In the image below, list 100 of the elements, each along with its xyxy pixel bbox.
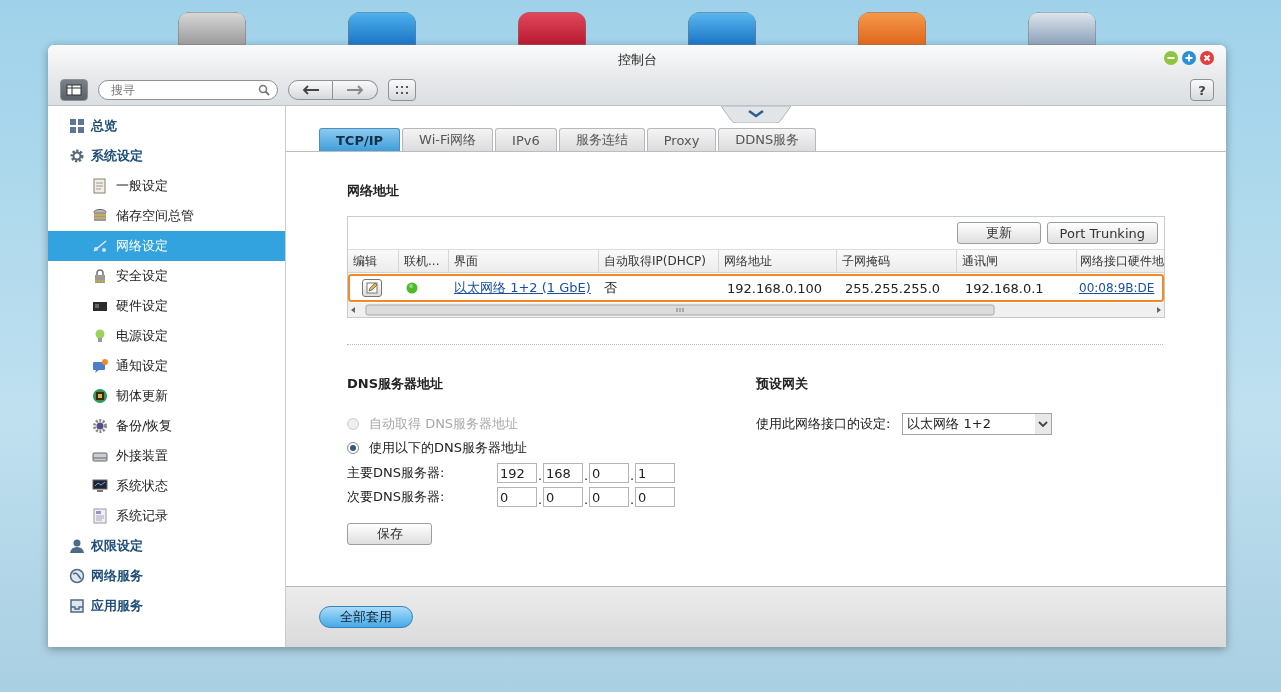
table-row[interactable]: 以太网络 1+2 (1 GbE) 否 192.168.0.100 255.255.255.0 192.168.0.1 00:08:9B:DE <box>348 274 1164 302</box>
panel-layout-icon <box>66 84 82 96</box>
app-tile-icon <box>518 12 586 45</box>
radio-label: 自动取得 DNS服务器地址 <box>369 415 519 433</box>
sidebar-item[interactable]: 通知设定 <box>48 351 285 381</box>
field-label: 次要DNS服务器: <box>347 488 446 506</box>
sidebar-label: 安全设定 <box>116 267 168 285</box>
octet-separator: . <box>537 492 543 507</box>
interface-link[interactable]: 以太网络 1+2 (1 GbE) <box>454 279 591 297</box>
interface-dropdown[interactable]: 以太网络 1+2 <box>902 413 1053 435</box>
section-title: 预设网关 <box>756 375 809 393</box>
column-header: 网络接口硬件地 <box>1080 252 1164 270</box>
sidebar-label: 通知设定 <box>116 357 168 375</box>
field-label: 主要DNS服务器: <box>347 464 446 482</box>
sidebar-item[interactable]: 韧体更新 <box>48 381 285 411</box>
octet-separator: . <box>583 492 589 507</box>
sidebar-item[interactable]: 系统记录 <box>48 501 285 531</box>
sidebar-group[interactable]: 权限设定 <box>48 531 285 561</box>
sidebar-label: 系统记录 <box>116 507 168 525</box>
disk-stack-icon <box>92 208 108 224</box>
app-tile-icon <box>178 12 246 45</box>
ip-octet-field[interactable]: 0 <box>497 487 537 507</box>
apply-all-button[interactable]: 全部套用 <box>319 606 413 628</box>
ip-octet-field[interactable]: 1 <box>635 463 675 483</box>
horizontal-scrollbar[interactable] <box>348 303 1164 317</box>
sidebar-group[interactable]: 系统设定 <box>48 141 285 171</box>
table-cell: 否 <box>604 279 617 297</box>
column-header: 网络地址 <box>724 252 772 270</box>
sidebar-label: 一般设定 <box>116 177 168 195</box>
sidebar-item[interactable]: 外接装置 <box>48 441 285 471</box>
chip-icon <box>92 388 108 404</box>
left-arrow-icon <box>301 85 320 95</box>
ip-octet-field[interactable]: 0 <box>589 463 629 483</box>
port-trunking-button[interactable]: Port Trunking <box>1046 222 1158 244</box>
sidebar-label: 权限设定 <box>91 537 143 555</box>
sidebar-item[interactable]: 系统状态 <box>48 471 285 501</box>
sidebar-toggle-button[interactable] <box>60 79 88 101</box>
tray-icon <box>69 598 85 614</box>
network-icon <box>92 238 108 254</box>
radio-label: 使用以下的DNS服务器地址 <box>369 439 527 457</box>
section-title: 网络地址 <box>347 182 400 200</box>
caret-icon <box>1035 414 1052 434</box>
pencil-icon <box>366 282 378 294</box>
mac-address-link[interactable]: 00:08:9B:DE <box>1079 281 1155 295</box>
sidebar-label: 电源设定 <box>116 327 168 345</box>
save-button[interactable]: 保存 <box>347 523 432 545</box>
window-title: 控制台 <box>617 51 657 69</box>
clipboard-icon <box>92 178 108 194</box>
tab[interactable]: DDNS服务 <box>718 128 817 151</box>
table-cell: 192.168.0.1 <box>965 280 1044 296</box>
maximize-icon[interactable] <box>1182 51 1196 65</box>
back-button[interactable] <box>288 80 333 100</box>
table-cell: 255.255.255.0 <box>845 280 941 296</box>
edit-button[interactable] <box>362 279 382 297</box>
tab[interactable]: IPv6 <box>495 128 557 151</box>
sidebar-group[interactable]: 总览 <box>48 111 285 141</box>
sidebar-group[interactable]: 网络服务 <box>48 561 285 591</box>
refresh-button[interactable]: 更新 <box>956 222 1041 244</box>
sidebar-group[interactable]: 应用服务 <box>48 591 285 621</box>
column-header: 界面 <box>454 252 478 270</box>
column-header: 编辑 <box>353 252 377 270</box>
search-field[interactable]: 搜寻 <box>98 80 278 100</box>
sidebar-label: 网络服务 <box>91 567 143 585</box>
ip-octet-field[interactable]: 0 <box>635 487 675 507</box>
sidebar-item[interactable]: 电源设定 <box>48 321 285 351</box>
app-tile-icon <box>858 12 926 45</box>
sidebar-item[interactable]: 备份/恢复 <box>48 411 285 441</box>
sidebar-label: 硬件设定 <box>116 297 168 315</box>
radio-button[interactable] <box>347 442 359 454</box>
app-tile-icon <box>348 12 416 45</box>
tab[interactable]: Wi-Fi网络 <box>402 128 494 151</box>
tab[interactable]: TCP/IP <box>319 128 401 151</box>
sidebar-label: 外接装置 <box>116 447 168 465</box>
padlock-icon <box>92 268 108 284</box>
tab[interactable]: Proxy <box>646 128 717 151</box>
column-header: 通讯闸 <box>962 252 998 270</box>
close-icon[interactable] <box>1200 51 1214 65</box>
octet-separator: . <box>537 468 543 483</box>
person-icon <box>69 538 85 554</box>
sidebar-label: 韧体更新 <box>116 387 168 405</box>
collapse-handle[interactable] <box>721 106 791 123</box>
ip-octet-field[interactable]: 0 <box>543 487 583 507</box>
tab[interactable]: 服务连结 <box>558 128 645 151</box>
chat-monitor-icon <box>92 358 108 374</box>
sidebar-label: 储存空间总管 <box>116 207 194 225</box>
document-icon <box>92 508 108 524</box>
sidebar-label: 网络设定 <box>116 237 168 255</box>
monitor-icon <box>92 478 108 494</box>
sidebar-item[interactable]: 一般设定 <box>48 171 285 201</box>
sidebar-item[interactable]: 储存空间总管 <box>48 201 285 231</box>
octet-separator: . <box>583 468 589 483</box>
app-grid-button[interactable] <box>388 79 416 101</box>
table-cell: 192.168.0.100 <box>727 280 823 296</box>
sidebar-item[interactable]: 安全设定 <box>48 261 285 291</box>
help-button[interactable]: ? <box>1190 79 1214 101</box>
ip-octet-field[interactable]: 168 <box>543 463 583 483</box>
column-header: 子网掩码 <box>842 252 890 270</box>
ip-octet-field[interactable]: 192 <box>497 463 537 483</box>
ip-octet-field[interactable]: 0 <box>589 487 629 507</box>
sidebar-item[interactable]: 硬件设定 <box>48 291 285 321</box>
